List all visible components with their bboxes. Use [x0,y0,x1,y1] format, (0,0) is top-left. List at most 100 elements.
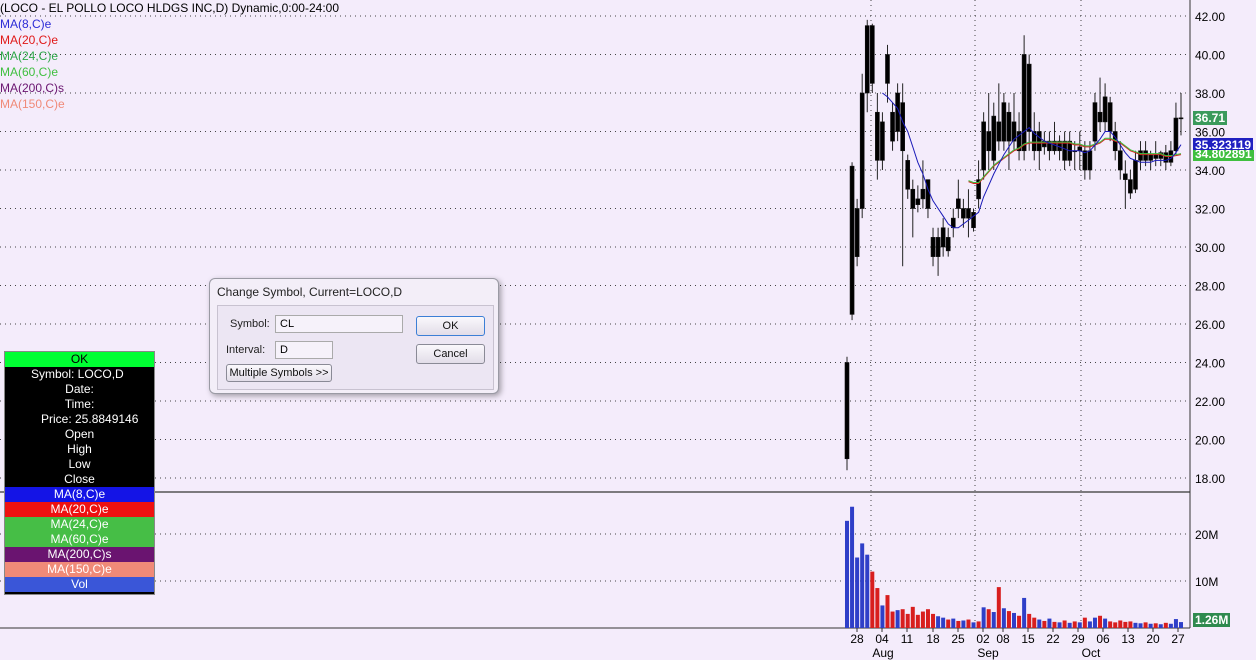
volume-bar [1118,620,1123,628]
volume-bar [1077,622,1082,628]
candle-body [844,362,850,460]
candle-body [1006,111,1012,142]
date-tick-label: 22 [1046,632,1060,646]
candle-body [1092,102,1098,142]
interval-input[interactable] [275,341,333,359]
symbol-input[interactable] [275,315,403,333]
volume-bar [890,611,895,628]
candle-body [1001,102,1007,142]
data-window-row: Time: [5,397,154,412]
candle-body [915,198,921,205]
volume-bar [1052,621,1057,628]
dialog-title: Change Symbol, Current=LOCO,D [217,285,403,299]
date-tick-label: 25 [951,632,965,646]
ma-slow-price-tag: 34.802891 [1193,150,1254,161]
candle-body [905,160,911,190]
data-window-ok[interactable]: OK [5,352,154,367]
price-axis-label: 34.00 [1195,164,1225,178]
volume-bar [925,609,930,628]
volume-bar [931,613,936,628]
price-axis-label: 26.00 [1195,318,1225,332]
volume-bar [1153,623,1158,628]
volume-bar [1067,622,1072,628]
volume-bar [1168,623,1173,628]
candle-body [1102,96,1108,123]
volume-tag: 1.26M [1193,613,1231,627]
volume-bar [1072,621,1077,628]
volume-bar [1108,621,1113,628]
date-tick-label: 02 [976,632,990,646]
candle-body [1143,150,1148,161]
volume-bar [1143,622,1148,628]
candle-body [1021,54,1027,152]
date-tick-label: 06 [1096,632,1110,646]
price-axis-label: 30.00 [1195,241,1225,255]
change-symbol-dialog[interactable]: Change Symbol, Current=LOCO,D Symbol: In… [209,278,499,394]
volume-axis-label: 20M [1195,528,1218,542]
candle-body [1097,111,1103,123]
data-window[interactable]: OK Symbol: LOCO,D Date: Time: Price: 25.884… [4,351,155,595]
data-window-row: Vol [5,577,154,592]
cancel-button[interactable]: Cancel [416,344,485,364]
volume-bar [845,520,849,628]
data-window-row: Close [5,472,154,487]
volume-bar [1006,611,1011,628]
candle-body [920,188,926,200]
candle-body [930,237,936,257]
volume-bar [885,595,890,628]
candle-body [864,25,870,94]
volume-bar [1057,622,1062,628]
volume-bar [1037,619,1042,628]
candle-body [1026,63,1032,132]
candle-body [996,121,1002,142]
volume-bar [966,619,971,628]
candle-body [1138,150,1143,161]
volume-bar [1062,620,1067,628]
candle-body [849,165,855,315]
price-axis-label: 32.00 [1195,203,1225,217]
price-axis-label: 24.00 [1195,357,1225,371]
volume-bar [941,617,946,628]
volume-bar [971,622,976,628]
study-label-ma20: MA(20,C)e [0,33,59,47]
month-label: Aug [872,646,893,660]
data-window-row: MA(8,C)e [5,487,154,502]
volume-bar [860,543,865,628]
data-window-row: Low [5,457,154,472]
data-window-row: MA(20,C)e [5,502,154,517]
volume-bar [870,571,875,628]
volume-bar [1173,619,1178,628]
candle-body [991,115,997,161]
candle-body [981,121,986,171]
data-window-row: Open [5,427,154,442]
study-label-ma200: MA(200,C)s [0,81,65,95]
date-tick-label: 15 [1021,632,1035,646]
volume-bar [880,605,885,628]
volume-bar [900,609,905,628]
data-window-row: MA(60,C)e [5,532,154,547]
candle-body [875,111,880,161]
volume-bar [1087,621,1092,628]
chart-legend: (LOCO - EL POLLO LOCO HLDGS INC,D) Dynam… [0,0,339,112]
volume-bar [1128,621,1133,628]
volume-bar [1133,622,1138,628]
data-window-row: Date: [5,382,154,397]
candle-body [1148,154,1153,161]
volume-bar [1017,615,1022,628]
month-label: Oct [1082,646,1101,660]
candle-body [880,121,885,161]
volume-bar [1123,621,1128,628]
volume-bar [855,557,860,628]
volume-bar [1103,618,1108,628]
multiple-symbols-button[interactable]: Multiple Symbols >> [226,364,332,382]
data-window-row: MA(150,C)e [5,562,154,577]
chart-area[interactable]: 42.00 40.00 38.00 36.00 34.00 32.00 30.00 28.00… [0,0,1256,660]
volume-bar [991,612,996,628]
study-label-ma60: MA(60,C)e [0,65,59,79]
volume-bar [1027,613,1032,628]
price-axis-label: 18.00 [1195,472,1225,486]
volume-bar [1138,623,1143,628]
ok-button[interactable]: OK [416,316,485,336]
candle-body [961,208,966,219]
month-label: Sep [977,646,999,660]
